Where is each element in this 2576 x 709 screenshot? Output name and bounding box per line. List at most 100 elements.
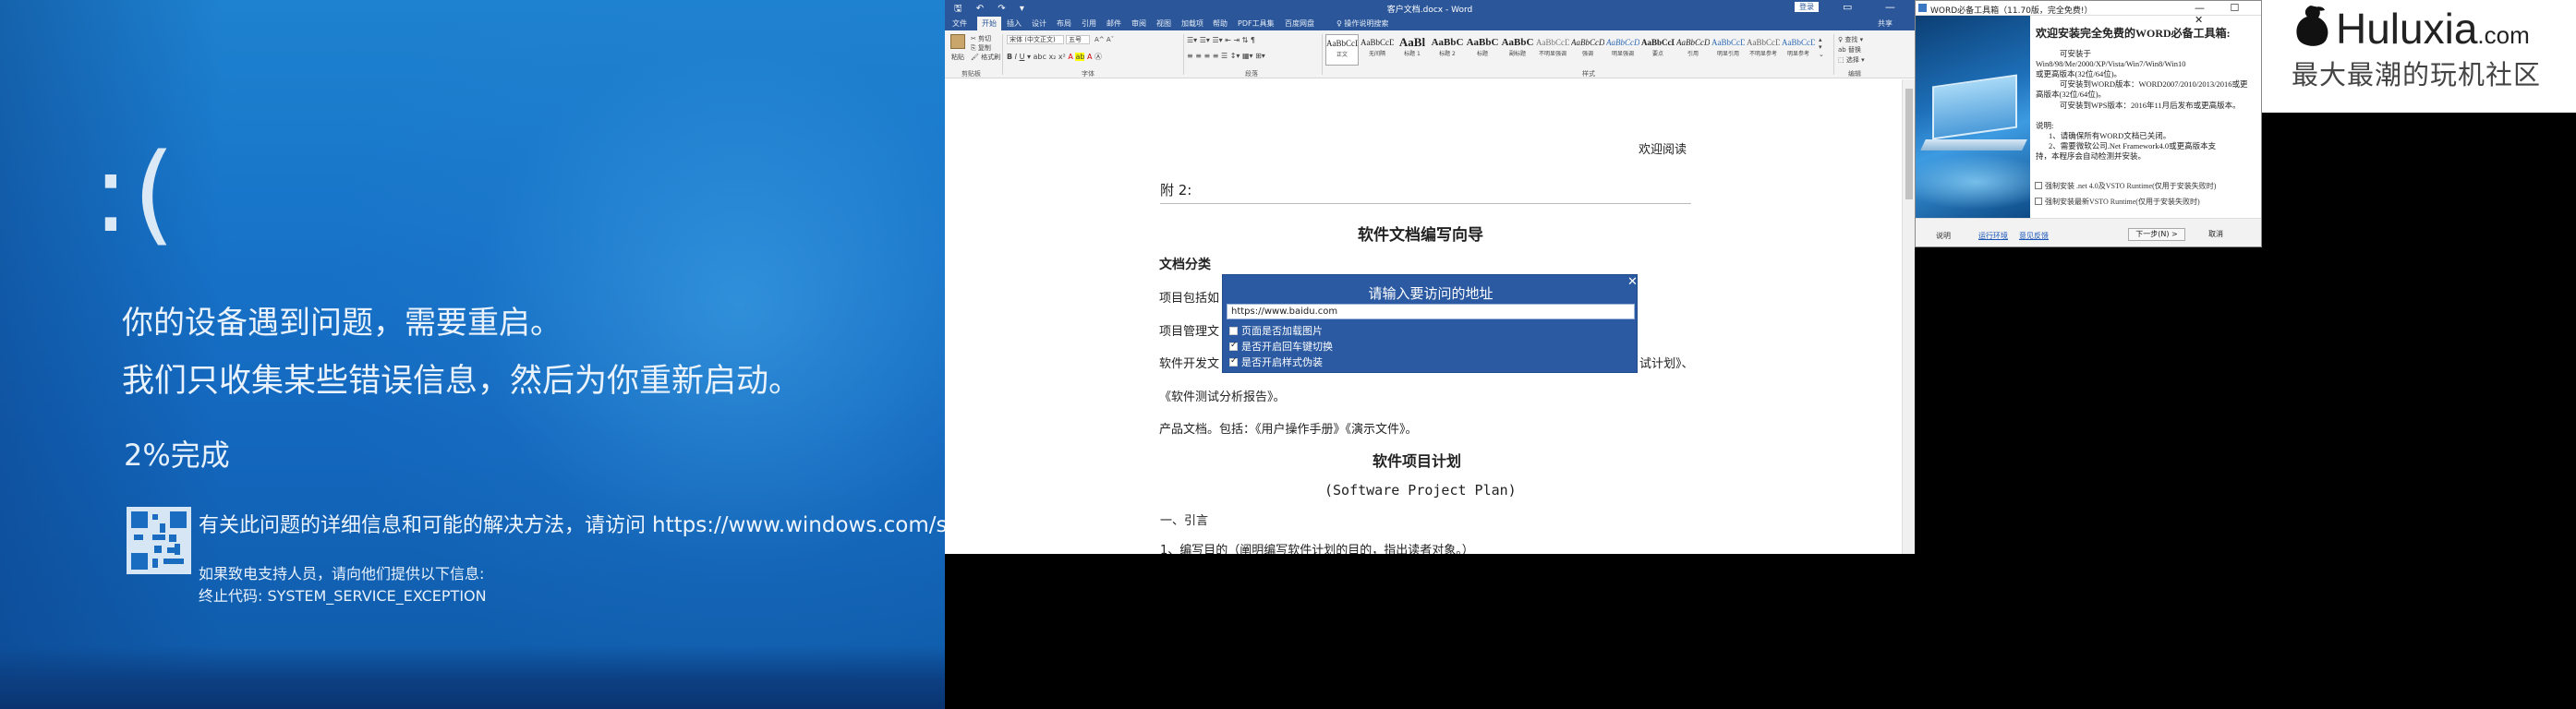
tab-review[interactable]: 审阅	[1131, 18, 1146, 29]
style-normal[interactable]: AaBbCcDd 正文	[1325, 34, 1359, 66]
installer-text: 可安装到WORD版本：WORD2007/2010/2013/2016或更	[2060, 79, 2248, 89]
option-load-images[interactable]: 页面是否加载图片	[1229, 323, 1323, 338]
qr-code-icon	[127, 507, 191, 574]
tab-layout[interactable]: 布局	[1057, 18, 1071, 29]
tab-pdf-tools[interactable]: PDF工具集	[1238, 18, 1275, 29]
style-name: 引用	[1687, 51, 1699, 57]
doc-section-purpose: 1、编写目的（阐明编写软件计划的目的，指出读者对象。）	[1160, 544, 1474, 554]
app-icon	[1918, 4, 1927, 12]
help-link[interactable]: 说明	[1936, 231, 1951, 241]
style-heading-1[interactable]: AaBl 标题 1	[1396, 34, 1429, 66]
option-style-disguise[interactable]: 是否开启样式伪装	[1229, 354, 1323, 369]
share-button[interactable]: 共享	[1878, 18, 1893, 29]
tab-help[interactable]: 帮助	[1213, 18, 1228, 29]
scrollbar-thumb[interactable]	[1905, 89, 1913, 199]
tab-baidu-netdisk[interactable]: 百度网盘	[1285, 18, 1314, 29]
sad-face: :(	[92, 129, 179, 257]
url-input[interactable]	[1227, 304, 1635, 319]
doc-plan-title: 软件项目计划	[1373, 452, 1462, 470]
cut-button[interactable]: ✂ 剪切	[971, 34, 991, 43]
next-button[interactable]: 下一步(N) >	[2128, 228, 2185, 241]
run-env-link[interactable]: 运行环境	[1978, 231, 2008, 241]
installer-text: 说明:	[2036, 121, 2054, 130]
tab-home[interactable]: 开始	[977, 17, 1001, 30]
installer-text: 可安装到WPS版本：2016年11月后发布或更高版本。	[2060, 101, 2241, 110]
tell-me-search[interactable]: ♀ 操作说明搜索	[1336, 18, 1388, 29]
feedback-link[interactable]: 意见反馈	[2019, 231, 2049, 241]
tab-design[interactable]: 设计	[1032, 18, 1046, 29]
word-document-title: 客户文档.docx - Word	[1386, 6, 1473, 15]
tab-insert[interactable]: 插入	[1007, 18, 1022, 29]
bsod-info-prefix: 有关此问题的详细信息和可能的解决方法，请访问	[199, 514, 652, 537]
tab-view[interactable]: 视图	[1156, 18, 1171, 29]
option-enter-switch[interactable]: 是否开启回车键切换	[1229, 339, 1333, 354]
select-button[interactable]: ⬚ 选择 ▾	[1838, 55, 1865, 65]
font-name-box[interactable]: 宋体 (中文正文)	[1007, 35, 1064, 44]
checkbox-unchecked-icon[interactable]	[2035, 182, 2042, 189]
checkbox-unchecked-icon[interactable]	[1229, 327, 1238, 335]
style-quote[interactable]: AaBbCcDd 引用	[1676, 34, 1710, 66]
style-preview: AaBbCcDd	[1536, 38, 1569, 47]
cancel-button[interactable]: 取消	[2193, 228, 2239, 241]
checkbox-checked-icon[interactable]	[1229, 341, 1238, 351]
style-preview: AaBbCcDd	[1676, 38, 1710, 47]
signin-button[interactable]: 登录	[1795, 2, 1819, 12]
style-name: 明显参考	[1786, 51, 1809, 57]
photo-floor-shadow	[0, 646, 945, 709]
style-no-spacing[interactable]: AaBbCcDd 无间隔	[1361, 34, 1394, 66]
align-icons[interactable]: ≡ ≡ ≡ ≡ ☰ ↕▾ ▦▾ ⊞▾	[1187, 52, 1265, 60]
force-install-vsto-option[interactable]: 强制安装最新VSTO Runtime(仅用于安装失败时)	[2035, 197, 2200, 207]
replace-button[interactable]: ab 替换	[1838, 45, 1861, 54]
font-grow-shrink-icon[interactable]: A^ Aˇ	[1094, 36, 1114, 43]
group-styles: 样式	[1582, 70, 1595, 78]
style-intense-quote[interactable]: AaBbCcDd 明显引用	[1711, 34, 1745, 66]
brand-slogan: 最大最潮的玩机社区	[2292, 59, 2542, 90]
checkbox-unchecked-icon[interactable]	[2035, 198, 2042, 205]
tab-addins[interactable]: 加载项	[1181, 18, 1203, 29]
style-strong[interactable]: AaBbCcDd 要点	[1641, 34, 1675, 66]
tab-references[interactable]: 引用	[1082, 18, 1096, 29]
style-preview: AaBl	[1398, 35, 1426, 49]
format-painter-button[interactable]: 🖌 格式刷	[971, 53, 1000, 62]
tab-file[interactable]: 文件	[952, 18, 967, 29]
style-intense-reference[interactable]: AaBbCcDd 明显参考	[1782, 34, 1815, 66]
style-emphasis[interactable]: AaBbCcDd 强调	[1571, 34, 1604, 66]
group-editing: 编辑	[1848, 70, 1861, 78]
paste-icon[interactable]	[950, 34, 965, 49]
style-preview: AaBbCcDd	[1606, 38, 1639, 47]
style-preview: AaBbC	[1501, 37, 1534, 48]
url-dialog-title: 请输入要访问的地址	[1368, 285, 1494, 302]
bsod-message-2: 我们只收集某些错误信息，然后为你重新启动。	[122, 363, 802, 400]
checkbox-checked-icon[interactable]	[1229, 356, 1238, 367]
option-label: 页面是否加载图片	[1241, 325, 1323, 337]
option-label: 强制安装最新VSTO Runtime(仅用于安装失败时)	[2045, 198, 2200, 206]
doc-paragraph: 软件开发文	[1159, 357, 1220, 371]
ribbon-divider	[1183, 34, 1184, 75]
font-format-icons[interactable]: B I U ▾ abc x₂ x² A ab A Ⓐ	[1007, 52, 1102, 62]
group-paragraph: 段落	[1245, 70, 1258, 78]
tab-mailings[interactable]: 邮件	[1107, 18, 1121, 29]
document-scrollbar[interactable]	[1902, 79, 1915, 554]
style-name: 标题 1	[1404, 51, 1421, 57]
style-title[interactable]: AaBbC 标题	[1466, 34, 1499, 66]
installer-text: 或更高版本(32位/64位)。	[2036, 69, 2122, 78]
style-preview: AaBbC	[1466, 37, 1499, 48]
installer-window: WORD必备工具箱（11.70版，完全免费!） — ☐ ✕ 欢迎安装完全免费的W…	[1915, 0, 2262, 247]
installer-title: WORD必备工具箱（11.70版，完全免费!）	[1930, 6, 2093, 16]
style-subtle-reference[interactable]: AaBbCcDd 不明显参考	[1747, 34, 1780, 66]
copy-button[interactable]: ⎘ 复制	[971, 43, 991, 53]
styles-gallery-scroll[interactable]: ▴ ▾ ⌄	[1819, 36, 1824, 58]
list-icons[interactable]: ☰▾ ☰▾ ☰▾ ⇤ ⇥ ⇅ ¶	[1187, 36, 1255, 44]
style-heading-2[interactable]: AaBbC 标题 2	[1431, 34, 1464, 66]
installer-text: Win8/98/Me/2000/XP/Vista/Win7/Win8/Win10	[2036, 59, 2186, 68]
font-size-box[interactable]: 五号	[1066, 35, 1090, 44]
find-button[interactable]: ♀ 查找 ▾	[1838, 35, 1863, 44]
ribbon-tabs: 文件 开始 插入 设计 布局 引用 邮件 审阅 视图 加载项 帮助 PDF工具集…	[945, 15, 1915, 30]
style-subtle-emphasis[interactable]: AaBbCcDd 不明显强调	[1536, 34, 1569, 66]
force-install-net-option[interactable]: 强制安装 .net 4.0及VSTO Runtime(仅用于安装失败时)	[2035, 181, 2216, 191]
style-subtitle[interactable]: AaBbC 副标题	[1501, 34, 1534, 66]
style-name: 强调	[1581, 51, 1593, 57]
style-name: 要点	[1651, 51, 1663, 57]
style-intense-emphasis[interactable]: AaBbCcDd 明显强调	[1606, 34, 1639, 66]
paste-button[interactable]: 粘贴	[951, 53, 964, 62]
